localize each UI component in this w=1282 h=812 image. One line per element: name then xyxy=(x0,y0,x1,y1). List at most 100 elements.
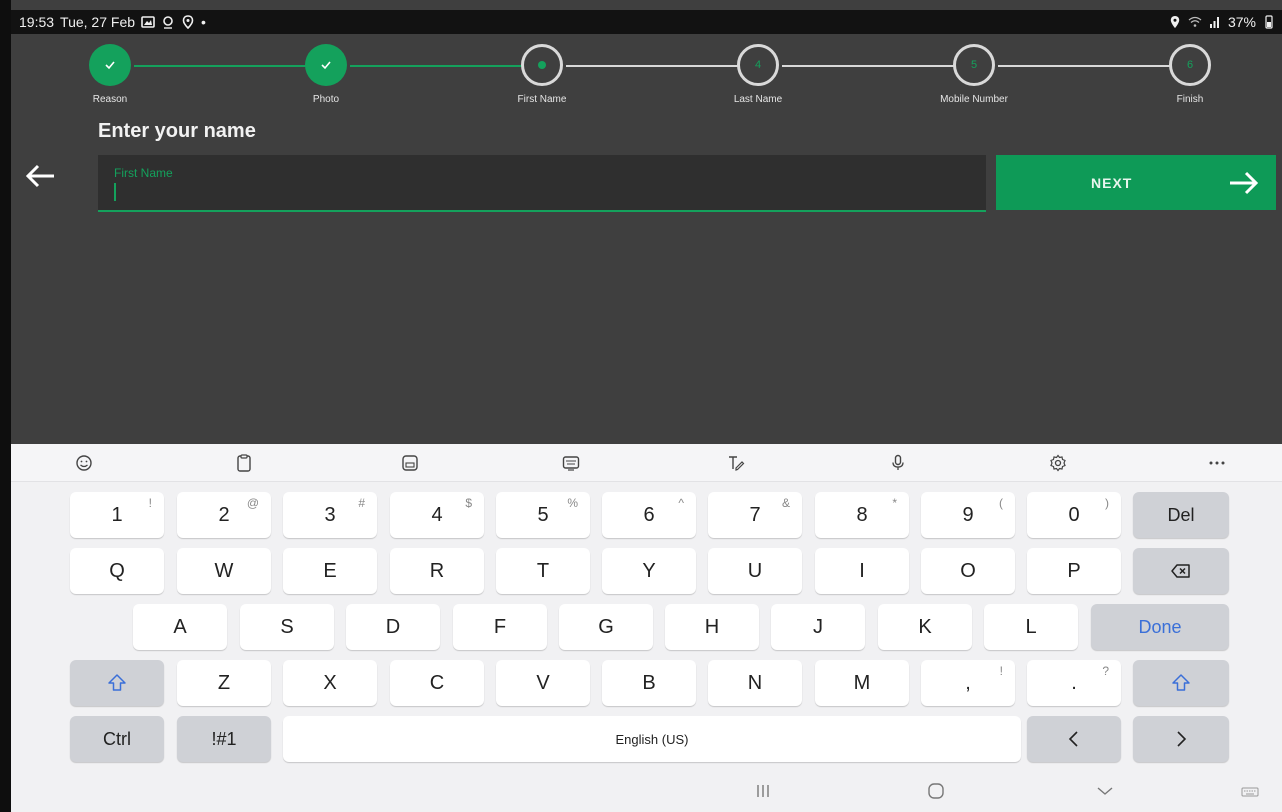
more-options-icon[interactable] xyxy=(1206,452,1228,474)
key-n[interactable]: N xyxy=(708,660,802,706)
active-step-indicator xyxy=(521,44,563,86)
wifi-icon xyxy=(1188,15,1202,29)
key-q[interactable]: Q xyxy=(70,548,164,594)
settings-gear-icon[interactable] xyxy=(1047,452,1069,474)
step-number: 6 xyxy=(1169,44,1211,86)
key-a[interactable]: A xyxy=(133,604,227,650)
key-1[interactable]: 1! xyxy=(70,492,164,538)
space-bar[interactable]: English (US) xyxy=(283,716,1021,762)
step-first-name: First Name xyxy=(482,44,602,105)
key-r[interactable]: R xyxy=(390,548,484,594)
step-number: 5 xyxy=(953,44,995,86)
signal-icon xyxy=(1208,15,1222,29)
keyboard-switch-icon[interactable] xyxy=(1240,782,1260,800)
key-2[interactable]: 2 @ xyxy=(177,492,271,538)
clipboard-icon[interactable] xyxy=(233,452,255,474)
home-icon[interactable] xyxy=(926,782,946,800)
keyboard-toolbar xyxy=(11,444,1282,482)
key-y[interactable]: Y xyxy=(602,548,696,594)
key-c[interactable]: C xyxy=(390,660,484,706)
shift-left-icon[interactable] xyxy=(70,660,164,706)
key-8[interactable]: 8 * xyxy=(815,492,909,538)
key-comma[interactable]: ,! xyxy=(921,660,1015,706)
system-nav-bar xyxy=(11,770,1282,812)
key-e[interactable]: E xyxy=(283,548,377,594)
key-7[interactable]: 7 & xyxy=(708,492,802,538)
step-mobile-number: 5 Mobile Number xyxy=(914,44,1034,105)
step-label: Mobile Number xyxy=(940,94,1008,105)
step-label: Finish xyxy=(1176,94,1204,105)
done-key[interactable]: Done xyxy=(1091,604,1229,650)
cursor-left-icon[interactable] xyxy=(1027,716,1121,762)
gallery-icon xyxy=(141,15,155,29)
step-label: Last Name xyxy=(733,94,783,105)
next-label: NEXT xyxy=(1091,175,1133,191)
key-6[interactable]: 6 ^ xyxy=(602,492,696,538)
check-icon xyxy=(305,44,347,86)
step-reason: Reason xyxy=(50,44,170,105)
step-number: 4 xyxy=(737,44,779,86)
step-photo: Photo xyxy=(266,44,386,105)
del-key[interactable]: Del xyxy=(1133,492,1229,538)
status-bar: 19:53 Tue, 27 Feb • 37% xyxy=(11,10,1282,34)
step-label: Photo xyxy=(312,94,340,105)
check-icon xyxy=(89,44,131,86)
step-label: Reason xyxy=(92,94,128,105)
key-3[interactable]: 3 # xyxy=(283,492,377,538)
ctrl-key[interactable]: Ctrl xyxy=(70,716,164,762)
cursor-right-icon[interactable] xyxy=(1133,716,1229,762)
keyboard-layout-icon[interactable] xyxy=(560,452,582,474)
key-4[interactable]: 4 $ xyxy=(390,492,484,538)
key-v[interactable]: V xyxy=(496,660,590,706)
shift-right-icon[interactable] xyxy=(1133,660,1229,706)
symbols-key[interactable]: !#1 xyxy=(177,716,271,762)
keyboard-mode-icon[interactable] xyxy=(399,452,421,474)
emoji-icon[interactable] xyxy=(73,452,95,474)
key-t[interactable]: T xyxy=(496,548,590,594)
key-k[interactable]: K xyxy=(878,604,972,650)
field-label: First Name xyxy=(114,166,173,180)
microphone-icon[interactable] xyxy=(887,452,909,474)
status-date: Tue, 27 Feb xyxy=(60,14,136,30)
key-l[interactable]: L xyxy=(984,604,1078,650)
recent-apps-icon[interactable] xyxy=(753,782,773,800)
key-d[interactable]: D xyxy=(346,604,440,650)
next-button[interactable]: NEXT xyxy=(996,155,1276,210)
status-dot: • xyxy=(201,14,206,30)
key-m[interactable]: M xyxy=(815,660,909,706)
key-i[interactable]: I xyxy=(815,548,909,594)
key-period[interactable]: .? xyxy=(1027,660,1121,706)
onscreen-keyboard: 1! 2 @ 3 # 4 $ 5% 6 ^ 7 & 8 * 9( 0) Del Q W E … xyxy=(11,444,1282,812)
progress-stepper: Reason Photo First Name 4 Last Name 5 Mo… xyxy=(11,34,1282,114)
key-p[interactable]: P xyxy=(1027,548,1121,594)
key-g[interactable]: G xyxy=(559,604,653,650)
key-0[interactable]: 0) xyxy=(1027,492,1121,538)
step-last-name: 4 Last Name xyxy=(698,44,818,105)
battery-icon xyxy=(1262,15,1276,29)
key-9[interactable]: 9( xyxy=(921,492,1015,538)
key-s[interactable]: S xyxy=(240,604,334,650)
backspace-icon[interactable] xyxy=(1133,548,1229,594)
key-f[interactable]: F xyxy=(453,604,547,650)
first-name-field[interactable]: First Name xyxy=(98,155,986,212)
battery-percent: 37% xyxy=(1227,14,1256,30)
step-finish: 6 Finish xyxy=(1130,44,1250,105)
arrow-right-icon xyxy=(1226,165,1262,201)
back-arrow-icon[interactable] xyxy=(22,158,58,194)
key-w[interactable]: W xyxy=(177,548,271,594)
step-label: First Name xyxy=(517,94,567,105)
hide-keyboard-icon[interactable] xyxy=(1095,782,1115,800)
location-icon xyxy=(1168,15,1182,29)
key-z[interactable]: Z xyxy=(177,660,271,706)
location-pin-icon xyxy=(161,15,175,29)
key-b[interactable]: B xyxy=(602,660,696,706)
key-j[interactable]: J xyxy=(771,604,865,650)
handwriting-icon[interactable] xyxy=(725,452,747,474)
key-5[interactable]: 5% xyxy=(496,492,590,538)
key-h[interactable]: H xyxy=(665,604,759,650)
key-x[interactable]: X xyxy=(283,660,377,706)
map-pin-icon xyxy=(181,15,195,29)
page-title: Enter your name xyxy=(98,120,256,142)
key-u[interactable]: U xyxy=(708,548,802,594)
key-o[interactable]: O xyxy=(921,548,1015,594)
